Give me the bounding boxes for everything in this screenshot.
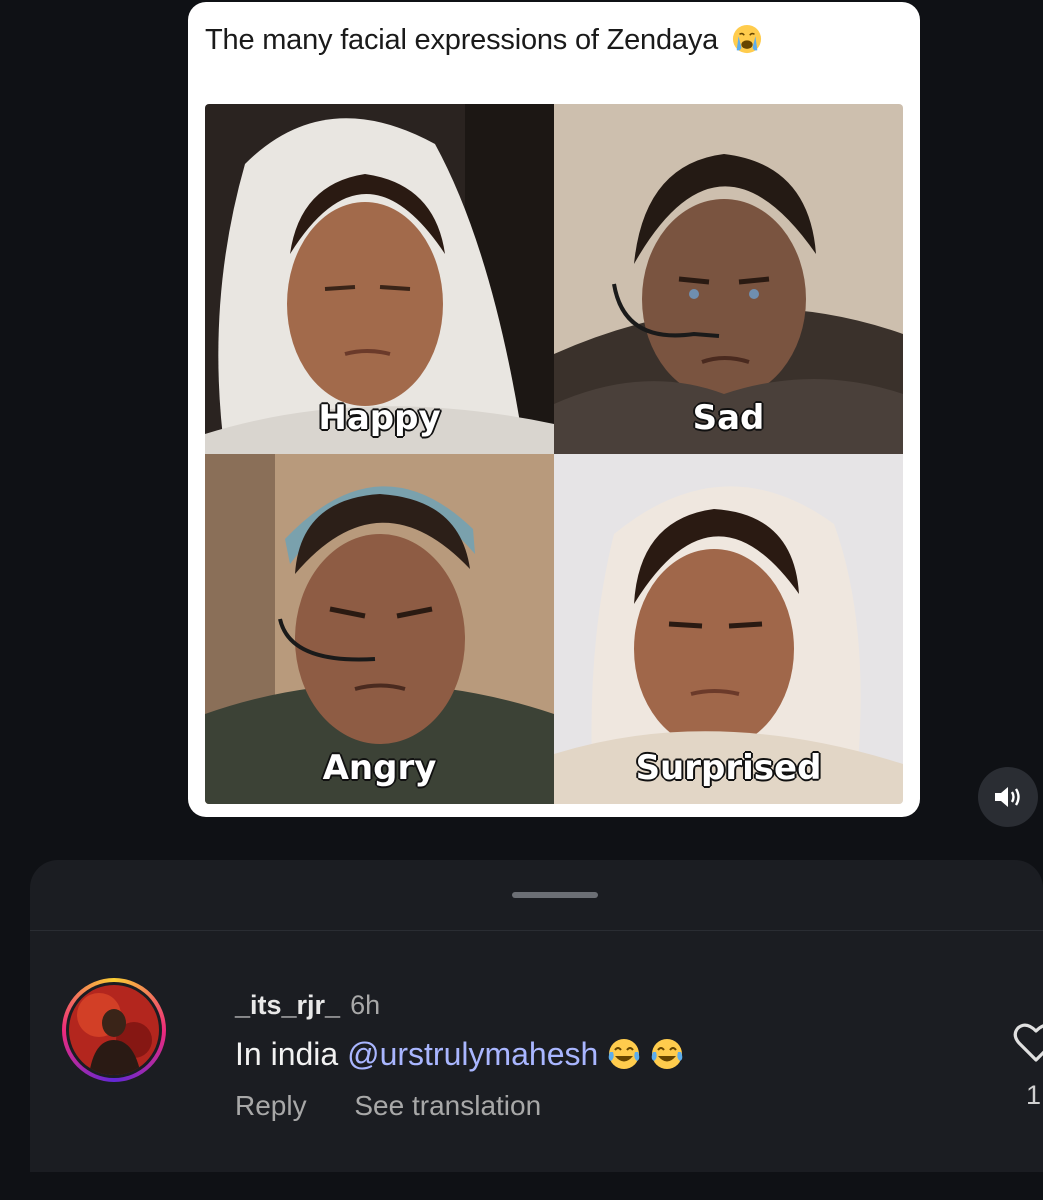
screen: The many facial expressions of Zendaya H… — [0, 0, 1043, 1200]
comment-item: _its_rjr_ 6h In india @urstrulymahesh Re… — [62, 978, 1043, 1138]
comments-sheet: _its_rjr_ 6h In india @urstrulymahesh Re… — [30, 860, 1043, 1172]
panel-label-angry: Angry — [322, 747, 438, 789]
panel-label-sad: Sad — [692, 397, 766, 439]
comment-timestamp: 6h — [350, 990, 381, 1020]
meme-image-grid: Happy Sad Angry Surprised — [205, 104, 903, 804]
meme-panel-sad: Sad — [554, 104, 903, 454]
post-caption: The many facial expressions of Zendaya — [205, 24, 762, 57]
sound-toggle-button[interactable] — [978, 767, 1038, 827]
meme-panel-angry: Angry — [205, 454, 554, 804]
comment-actions: Reply See translation — [235, 1090, 581, 1122]
heart-icon[interactable] — [1012, 1020, 1043, 1064]
crying-face-emoji-icon — [732, 24, 761, 54]
sheet-drag-handle[interactable] — [512, 892, 598, 898]
see-translation-button[interactable]: See translation — [354, 1090, 541, 1121]
tears-of-joy-emoji-icon — [608, 1039, 640, 1069]
avatar-border — [66, 982, 162, 1078]
post-card[interactable]: The many facial expressions of Zendaya H… — [188, 2, 920, 817]
meme-panel-happy: Happy — [205, 104, 554, 454]
reply-button[interactable]: Reply — [235, 1090, 307, 1121]
avatar-image — [69, 985, 159, 1075]
tears-of-joy-emoji-icon — [651, 1039, 683, 1069]
sheet-divider — [30, 930, 1043, 931]
story-ring[interactable] — [62, 978, 166, 1082]
avatar — [69, 985, 159, 1075]
meme-panel-surprised: Surprised — [554, 454, 903, 804]
like-count: 1 — [1026, 1080, 1042, 1110]
comment-body: In india — [235, 1036, 348, 1072]
comment-text: In india @urstrulymahesh — [235, 1036, 684, 1073]
panel-label-surprised: Surprised — [635, 747, 823, 789]
username-text[interactable]: _its_rjr_ — [235, 990, 340, 1020]
caption-text: The many facial expressions of Zendaya — [205, 24, 719, 56]
panel-label-happy: Happy — [317, 397, 441, 439]
user-mention-link[interactable]: @urstrulymahesh — [347, 1036, 598, 1072]
comment-username[interactable]: _its_rjr_ 6h — [235, 990, 380, 1021]
speaker-on-icon — [995, 787, 1020, 807]
